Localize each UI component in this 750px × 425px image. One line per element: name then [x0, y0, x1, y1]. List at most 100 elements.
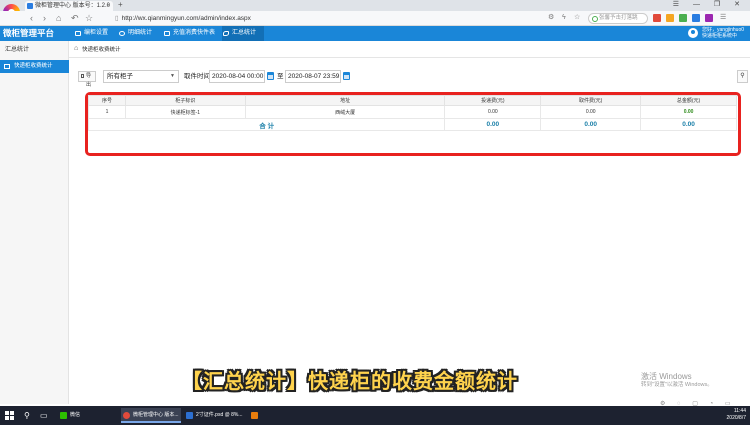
- nav-detail-stats[interactable]: 明细统计: [118, 26, 160, 41]
- end-date-input[interactable]: 2020-08-07 23:59: [285, 70, 341, 83]
- app-header: 微柜管理平台 编柜设置 明细统计 充值消费快件表 汇总统计 您好，yangjin…: [0, 26, 750, 41]
- cell-delivery-fee: 0.00: [444, 105, 542, 119]
- browser-search-input[interactable]: 张馨予击打落跳: [588, 13, 648, 24]
- search-icon: ⚲: [740, 73, 745, 79]
- toolbar-app-icon-1[interactable]: [653, 14, 661, 22]
- tab-title: 微柜管理中心 版本号：1.2.0: [35, 3, 111, 9]
- back-icon[interactable]: ‹: [30, 12, 33, 24]
- total-pickup-fee: 0.00: [540, 118, 642, 131]
- cell-total: 0.00: [640, 105, 737, 119]
- favicon-icon: [27, 3, 33, 9]
- nav-cabinet-settings[interactable]: 编柜设置: [74, 26, 116, 41]
- table-row: 1 快递柜标签-1 西绒大厦 0.00 0.00 0.00: [88, 105, 737, 119]
- col-header-cabinet: 柜子标识: [124, 95, 246, 106]
- puzzle-icon: [223, 31, 229, 36]
- list-icon: [4, 64, 10, 69]
- url-text: http://wx.qianmingyun.com/admin/index.as…: [121, 15, 251, 22]
- sidebar-item-fee-stats[interactable]: 快递柜收费统计: [0, 60, 69, 73]
- user-menu[interactable]: 您好，yangjinhuo0 快递柜柜系统中: [688, 27, 744, 40]
- col-header-address: 地址: [244, 95, 446, 106]
- user-status: 快递柜柜系统中: [702, 33, 738, 39]
- divider: [69, 57, 750, 58]
- taskbar-app-wechat[interactable]: 微信: [58, 408, 118, 423]
- toolbar-app-icon-3[interactable]: [679, 14, 687, 22]
- total-delivery-fee: 0.00: [444, 118, 542, 131]
- sidebar-item-label: 快递柜收费统计: [14, 63, 53, 69]
- calendar-icon[interactable]: [267, 72, 274, 80]
- taskbar-app-label: 微信: [70, 412, 81, 418]
- total-label: 合 计: [87, 118, 446, 131]
- to-label: 至: [277, 73, 284, 80]
- table-header-row: 序号 柜子标识 地址 投递费(元) 取件费(元) 总金额(元): [88, 95, 737, 106]
- clock-time: 11:44: [733, 408, 746, 414]
- new-tab-button[interactable]: +: [118, 0, 123, 10]
- toolbar-app-icon-5[interactable]: [705, 14, 713, 22]
- sidebar-heading: 汇总统计: [5, 47, 30, 53]
- taskbar-app-photoshop[interactable]: 2寸证件.psd @ 8%...: [184, 408, 246, 423]
- breadcrumb: 快递柜收费统计: [74, 45, 121, 54]
- export-button[interactable]: 导出: [78, 71, 96, 88]
- total-amount: 0.00: [640, 118, 737, 131]
- cell-cabinet: 快递柜标签-1: [124, 105, 246, 119]
- menu-icon[interactable]: ☰: [720, 12, 726, 24]
- windows-start-icon[interactable]: [5, 411, 14, 420]
- browser-tabstrip: 微柜管理中心 版本号：1.2.0 × + ☰ — ❐ ✕: [0, 0, 750, 11]
- clock-date: 2020/8/7: [726, 415, 746, 421]
- video-caption: 【汇总统计】快递柜的收费金额统计: [182, 371, 518, 393]
- app-title: 微柜管理平台: [3, 28, 55, 38]
- browser-tab[interactable]: 微柜管理中心 版本号：1.2.0 ×: [25, 1, 113, 11]
- summary-table: 序号 柜子标识 地址 投递费(元) 取件费(元) 总金额(元) 1 快递柜标签-…: [87, 95, 737, 131]
- address-bar: ‹ › ⌂ ↶ ☆ ▯ http://wx.qianmingyun.com/adm…: [0, 11, 750, 26]
- undo-icon[interactable]: ↶: [71, 12, 79, 24]
- cell-pickup-fee: 0.00: [540, 105, 642, 119]
- nav-label: 编柜设置: [84, 30, 109, 36]
- col-header-delivery-fee: 投递费(元): [444, 95, 542, 106]
- cabinet-select-value: 所有柜子: [107, 73, 133, 80]
- pickup-time-label: 取件时间: [184, 73, 210, 80]
- home-icon[interactable]: ⌂: [56, 12, 61, 24]
- chevron-down-icon: ▼: [170, 73, 175, 79]
- col-header-index: 序号: [88, 95, 126, 106]
- system-clock[interactable]: 11:44 2020/8/7: [727, 408, 746, 422]
- cabinet-select[interactable]: 所有柜子 ▼: [103, 70, 179, 83]
- forward-icon[interactable]: ›: [43, 12, 46, 24]
- nav-recharge-table[interactable]: 充值消费快件表: [163, 26, 218, 41]
- photoshop-icon: [186, 412, 193, 419]
- bookmark-icon[interactable]: ☆: [574, 12, 580, 24]
- monitor-icon: [75, 31, 81, 36]
- url-field[interactable]: ▯ http://wx.qianmingyun.com/admin/index.a…: [115, 13, 435, 24]
- calendar-icon[interactable]: [343, 72, 350, 80]
- windows-activation-watermark: 激活 Windows 转到"设置"以激活 Windows。: [641, 372, 713, 389]
- taskbar-app-browser[interactable]: 微柜管理中心 版本...: [121, 408, 181, 423]
- avatar-icon: [688, 28, 699, 38]
- sidebar: 汇总统计 快递柜收费统计: [0, 41, 69, 404]
- col-header-pickup-fee: 取件费(元): [540, 95, 642, 106]
- search-icon[interactable]: ⚲: [24, 406, 30, 425]
- export-label: 导出: [86, 73, 92, 88]
- taskbar-app-label: 2寸证件.psd @ 8%...: [196, 412, 243, 418]
- search-button[interactable]: ⚲: [737, 70, 748, 83]
- taskbar: ⚲ ▭ 微信 微柜管理中心 版本... 2寸证件.psd @ 8%... 11:…: [0, 406, 750, 425]
- nav-label: 充值消费快件表: [173, 30, 216, 36]
- taskbar-app-illustrator[interactable]: [249, 408, 263, 423]
- wechat-icon: [60, 412, 67, 419]
- lightning-icon[interactable]: ϟ: [562, 12, 566, 24]
- window-controls[interactable]: ☰ — ❐ ✕: [673, 0, 746, 10]
- table-icon: [164, 31, 170, 36]
- cell-address: 西绒大厦: [244, 105, 446, 119]
- toolbar-app-icon-4[interactable]: [692, 14, 700, 22]
- watermark-sub: 转到"设置"以激活 Windows。: [641, 382, 713, 388]
- task-view-icon[interactable]: ▭: [40, 406, 48, 425]
- total-row: 合 计 0.00 0.00 0.00: [87, 118, 737, 131]
- toolbar-app-icon-2[interactable]: [666, 14, 674, 22]
- start-date-input[interactable]: 2020-08-04 00:00: [209, 70, 265, 83]
- nav-summary-stats[interactable]: 汇总统计: [222, 26, 264, 41]
- extension-icon[interactable]: ⚙: [548, 12, 554, 24]
- tab-close-icon[interactable]: ×: [106, 1, 110, 11]
- browser-icon: [123, 412, 130, 419]
- export-icon: [81, 74, 84, 78]
- gear-icon: [119, 31, 125, 36]
- nav-label: 明细统计: [128, 30, 153, 36]
- star-icon[interactable]: ☆: [85, 12, 93, 24]
- cell-index: 1: [88, 105, 126, 119]
